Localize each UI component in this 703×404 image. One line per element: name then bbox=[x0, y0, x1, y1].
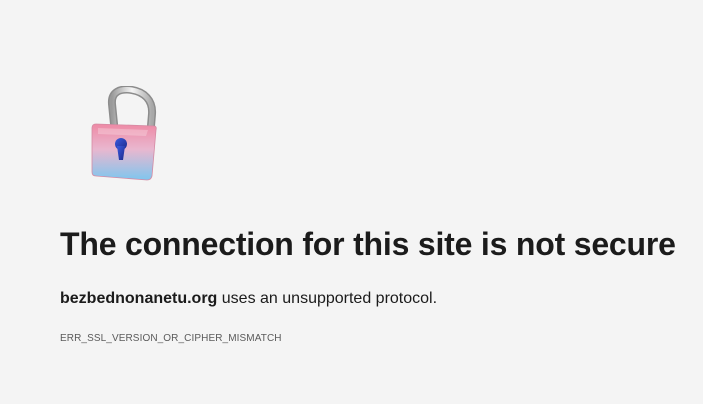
error-page: The connection for this site is not secu… bbox=[0, 0, 703, 404]
error-message: bezbednonanetu.org uses an unsupported p… bbox=[60, 290, 437, 308]
error-code: ERR_SSL_VERSION_OR_CIPHER_MISMATCH bbox=[60, 333, 282, 344]
error-host: bezbednonanetu.org bbox=[60, 290, 218, 307]
error-message-suffix: uses an unsupported protocol. bbox=[221, 290, 438, 307]
unlocked-padlock-icon bbox=[86, 85, 162, 186]
error-title: The connection for this site is not secu… bbox=[60, 226, 676, 262]
